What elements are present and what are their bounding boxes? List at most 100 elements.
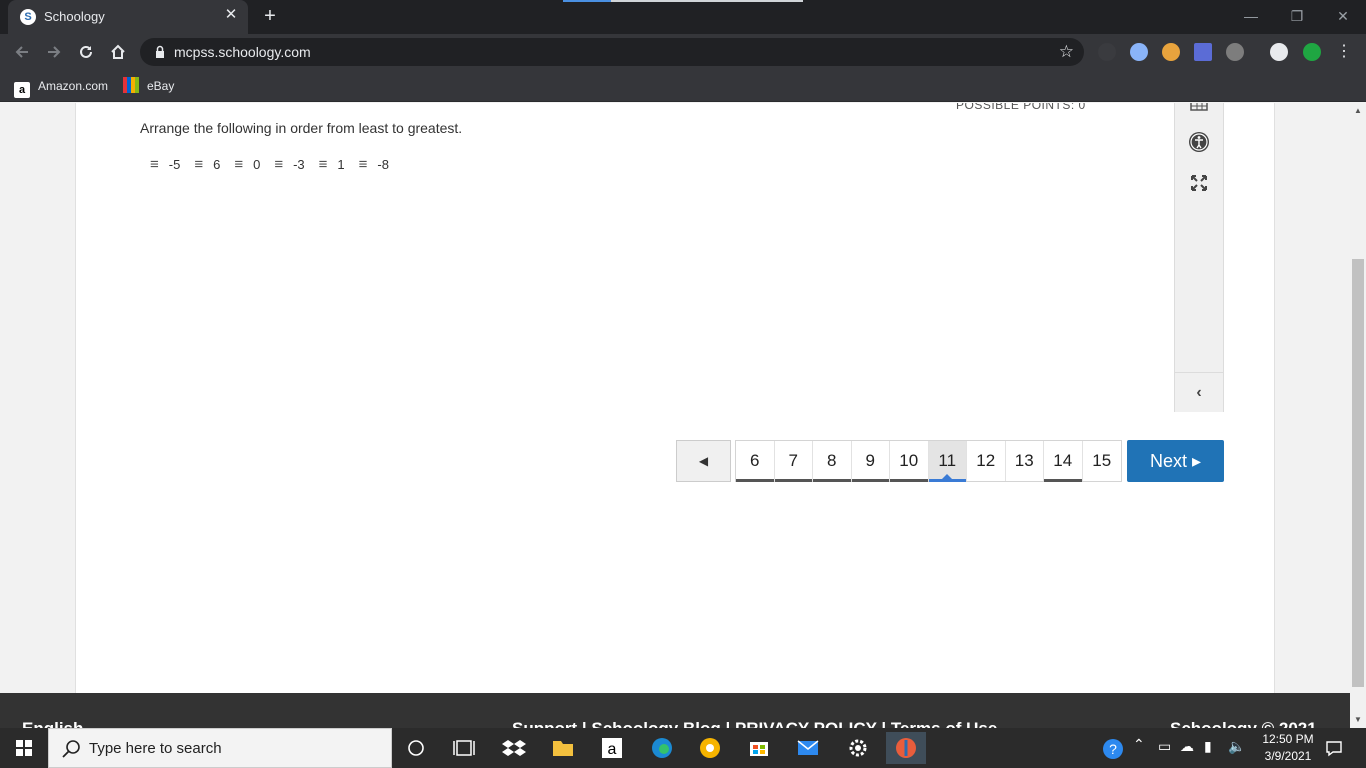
draggable-item[interactable]: ≡ 6 (194, 156, 220, 173)
profile-avatar-icon[interactable] (1270, 43, 1288, 61)
extension-play-icon[interactable] (1194, 43, 1212, 61)
extension-shield-icon[interactable] (1303, 43, 1321, 61)
help-icon[interactable]: ? (1102, 738, 1124, 763)
language-selector[interactable]: English (22, 719, 83, 728)
taskbar-search[interactable]: Type here to search (48, 728, 392, 768)
bookmark-label: Amazon.com (38, 79, 109, 93)
close-window-button[interactable]: ✕ (1320, 4, 1366, 28)
clock-time: 12:50 PM (1262, 732, 1314, 746)
extension-cookie-icon[interactable] (1162, 43, 1180, 61)
onedrive-icon[interactable]: ☁ (1180, 738, 1194, 755)
page-12-button[interactable]: 12 (967, 441, 1006, 481)
page-9-button[interactable]: 9 (851, 441, 890, 482)
chrome-canary-icon[interactable] (690, 732, 730, 764)
file-explorer-icon[interactable] (543, 732, 583, 764)
tools-side-panel: ‹ (1174, 103, 1224, 412)
browser-tab[interactable]: S Schoology ✕ (8, 0, 248, 34)
svg-text:?: ? (1109, 741, 1117, 757)
browser-title-bar: S Schoology ✕ + — ❐ ✕ (0, 0, 1366, 34)
collapse-panel-button[interactable]: ‹ (1175, 372, 1223, 412)
draggable-item[interactable]: ≡ 1 (319, 156, 345, 173)
mail-icon[interactable] (788, 732, 828, 764)
bookmark-amazon[interactable]: a Amazon.com (14, 77, 109, 98)
back-arrow-icon (15, 46, 28, 58)
battery-icon[interactable]: ▮ (1204, 738, 1212, 755)
item-value: 0 (253, 157, 261, 172)
extension-adblock-icon[interactable] (1226, 43, 1244, 61)
system-clock[interactable]: 12:50 PM 3/9/2021 (1258, 731, 1318, 765)
possible-points: POSSIBLE POINTS: 0 (956, 103, 1086, 112)
chrome-menu-icon[interactable]: ⋮ (1330, 38, 1358, 66)
item-value: -3 (293, 157, 305, 172)
minimize-button[interactable]: — (1228, 4, 1274, 28)
task-view-icon[interactable] (444, 732, 484, 764)
page-11-button[interactable]: 11 (928, 441, 967, 482)
store-icon[interactable] (739, 732, 779, 764)
amazon-app-icon[interactable]: a (592, 732, 632, 764)
previous-button[interactable]: ◀ (676, 440, 731, 482)
page-viewport: POSSIBLE POINTS: 0 Arrange the following… (0, 103, 1366, 728)
page-15-button[interactable]: 15 (1082, 441, 1121, 481)
url-text: mcpss.schoology.com (174, 44, 311, 60)
address-bar[interactable]: mcpss.schoology.com ☆ (140, 38, 1084, 66)
clock-date: 3/9/2021 (1264, 749, 1312, 763)
scroll-down-icon[interactable]: ▼ (1350, 712, 1366, 728)
home-icon (111, 44, 125, 59)
meet-now-icon[interactable]: ▭ (1158, 738, 1171, 755)
bookmark-ebay[interactable]: eBay (123, 77, 174, 95)
footer-links[interactable]: Support | Schoology Blog | PRIVACY POLIC… (512, 719, 997, 728)
notifications-icon[interactable] (1324, 738, 1344, 758)
new-tab-button[interactable]: + (258, 4, 282, 28)
tray-expand-icon[interactable]: ⌃ (1133, 736, 1145, 753)
drag-handle-icon: ≡ (274, 156, 284, 173)
extension-pen-icon[interactable] (1098, 43, 1116, 61)
draggable-item[interactable]: ≡ 0 (234, 156, 260, 173)
forward-button[interactable] (40, 38, 68, 66)
edge-icon[interactable] (642, 732, 682, 764)
scroll-up-icon[interactable]: ▲ (1350, 103, 1366, 119)
draggable-item[interactable]: ≡ -5 (150, 156, 180, 173)
item-value: 1 (337, 157, 345, 172)
cortana-icon[interactable] (396, 732, 436, 764)
fullscreen-icon[interactable] (1188, 172, 1210, 194)
page-14-button[interactable]: 14 (1044, 441, 1083, 482)
search-placeholder: Type here to search (89, 740, 222, 757)
forward-arrow-icon (48, 46, 61, 58)
chrome-taskbar-icon[interactable] (886, 732, 926, 764)
close-tab-icon[interactable]: ✕ (222, 6, 240, 24)
browser-toolbar: mcpss.schoology.com ☆ ⋮ (0, 34, 1366, 70)
drag-handle-icon: ≡ (234, 156, 244, 173)
page-8-button[interactable]: 8 (813, 441, 852, 482)
page-10-button[interactable]: 10 (890, 441, 929, 482)
reload-button[interactable] (72, 38, 100, 66)
volume-icon[interactable]: 🔈 (1228, 738, 1245, 755)
home-button[interactable] (104, 38, 132, 66)
page-scrollbar[interactable]: ▲ ▼ (1350, 103, 1366, 728)
bookmark-star-icon[interactable]: ☆ (1059, 42, 1074, 62)
page-13-button[interactable]: 13 (1005, 441, 1044, 481)
extension-gear-icon[interactable] (1130, 43, 1148, 61)
ordering-items: ≡ -5 ≡ 6 ≡ 0 ≡ -3 ≡ 1 ≡ -8 (150, 156, 389, 173)
question-text: Arrange the following in order from leas… (140, 120, 463, 136)
next-button[interactable]: Next ▸ (1127, 440, 1224, 482)
accessibility-icon[interactable] (1188, 131, 1210, 153)
page-6-button[interactable]: 6 (736, 441, 775, 482)
copyright-text: Schoology © 2021 (1170, 719, 1317, 728)
back-button[interactable] (8, 38, 36, 66)
drag-handle-icon: ≡ (194, 156, 204, 173)
lock-icon (156, 45, 164, 58)
draggable-item[interactable]: ≡ -3 (274, 156, 304, 173)
dropbox-icon[interactable] (494, 732, 534, 764)
schoology-favicon-icon: S (20, 9, 36, 25)
question-card: POSSIBLE POINTS: 0 Arrange the following… (75, 103, 1275, 697)
drag-handle-icon: ≡ (150, 156, 159, 173)
windows-taskbar: Type here to search a ? ⌃ ▭ ☁ ▮ 🔈 12:50 … (0, 728, 1366, 768)
draggable-item[interactable]: ≡ -8 (359, 156, 389, 173)
loading-indicator (563, 0, 803, 2)
restore-button[interactable]: ❐ (1274, 4, 1320, 28)
settings-icon[interactable] (838, 732, 878, 764)
calculator-icon[interactable] (1188, 103, 1210, 112)
windows-start-icon[interactable] (0, 728, 48, 768)
scroll-thumb[interactable] (1352, 259, 1364, 687)
page-7-button[interactable]: 7 (774, 441, 813, 482)
